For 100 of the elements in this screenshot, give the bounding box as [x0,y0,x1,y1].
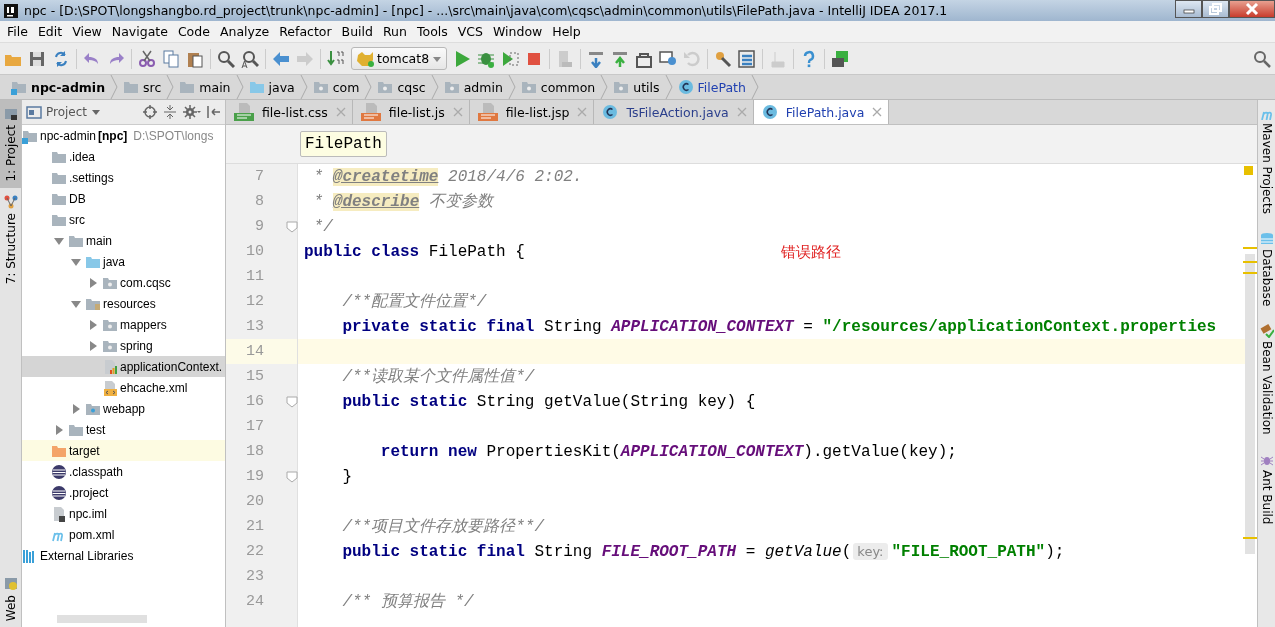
minimize-button[interactable] [1175,0,1202,18]
sync-icon[interactable] [52,49,70,68]
tree-item[interactable]: webapp [22,398,225,419]
tree-item[interactable]: .project [22,482,225,503]
tree-item[interactable]: test [22,419,225,440]
code-line: /**配置文件位置*/ [341,291,487,312]
copy-icon[interactable] [162,49,180,68]
menu-item[interactable]: VCS [452,24,488,39]
tree-item[interactable]: npc.iml [22,503,225,524]
menu-item[interactable]: Edit [32,24,68,39]
horizontal-scrollbar[interactable] [57,615,147,623]
vcs-commit-icon[interactable] [611,49,630,68]
run-configuration-dropdown[interactable]: tomcat8 [351,47,448,70]
tree-item[interactable]: npc-admin [npc] D:\SPOT\longs [22,125,225,146]
fold-marker-icon[interactable] [286,470,298,483]
breadcrumb-item[interactable]: src [118,79,167,95]
settings-icon[interactable] [183,105,201,119]
tool-window-tab[interactable]: Maven Projects [1259,106,1274,214]
tree-item[interactable]: applicationContext. [22,356,225,377]
menu-item[interactable]: Navigate [106,24,173,39]
tree-item[interactable]: java [22,251,225,272]
coverage-icon[interactable] [501,49,520,68]
tree-item[interactable]: External Libraries [22,545,225,566]
menu-item[interactable]: File [2,24,33,39]
tool-window-tab[interactable]: Database [1259,231,1274,307]
tool-window-tab[interactable]: 1: Project [0,100,21,188]
tree-item[interactable]: spring [22,335,225,356]
hide-panel-icon[interactable] [207,105,221,119]
tree-item[interactable]: .settings [22,167,225,188]
fold-marker-icon[interactable] [286,395,298,408]
plugin-icon[interactable] [831,49,850,68]
restore-button[interactable] [1202,0,1229,18]
search-everywhere-icon[interactable] [1253,49,1271,68]
search-icon[interactable] [217,49,235,68]
editor-tab[interactable]: file-list.js [352,100,470,124]
breadcrumb-item[interactable]: utils [608,79,665,95]
breadcrumb-item[interactable]: npc-admin [6,79,111,95]
editor-tab[interactable]: file-list.jsp [469,100,595,124]
class-icon [677,79,694,95]
breadcrumb-item[interactable]: admin [438,79,508,95]
tree-item[interactable]: mappers [22,314,225,335]
tree-item[interactable]: DB [22,188,225,209]
replace-icon[interactable] [241,49,259,68]
menu-item[interactable]: Build [336,24,378,39]
file-type-icon [360,103,381,121]
tool-window-tab[interactable]: Bean Validation [1259,324,1274,435]
collapse-icon[interactable] [163,105,177,119]
vcs-update-icon[interactable] [587,49,606,68]
tree-item[interactable]: main [22,230,225,251]
menu-item[interactable]: Analyze [214,24,275,39]
menu-item[interactable]: Refactor [274,24,337,39]
menu-item[interactable]: Code [172,24,215,39]
collapsed-arrow-icon[interactable] [70,402,82,415]
menu-item[interactable]: Window [488,24,548,39]
breadcrumb-item[interactable]: cqsc [372,79,431,95]
line-number: 9 [255,218,264,235]
breadcrumb-item[interactable]: java [243,79,300,95]
editor-tab[interactable]: TsFileAction.java [594,100,754,124]
editor-tab[interactable]: file-list.css [226,100,353,124]
tool-window-tab[interactable]: Web [0,569,21,627]
tree-item[interactable]: .classpath [22,461,225,482]
line-number: 17 [246,418,264,435]
line-number: 8 [255,193,264,210]
line-number: 10 [246,243,264,260]
collapsed-arrow-icon[interactable] [87,276,99,289]
history-icon[interactable] [659,49,678,68]
menu-item[interactable]: Run [378,24,412,39]
collapsed-arrow-icon[interactable] [53,423,65,436]
editor-tab[interactable]: FilePath.java [753,100,890,124]
tool-window-tab[interactable]: 7: Structure [0,187,21,290]
tree-item[interactable]: target [22,440,225,461]
tree-item[interactable]: .idea [22,146,225,167]
vertical-scrollbar[interactable] [1245,254,1255,554]
breadcrumb-item[interactable]: FilePath [672,79,751,95]
tree-item[interactable]: resources [22,293,225,314]
menu-item[interactable]: View [67,24,107,39]
tree-item[interactable]: ehcache.xml [22,377,225,398]
collapsed-arrow-icon[interactable] [87,318,99,331]
tree-item[interactable]: com.cqsc [22,272,225,293]
run-icon[interactable] [453,49,472,68]
structure-icon[interactable] [738,49,757,68]
breadcrumb-item[interactable]: com [307,79,365,95]
database-icon [1259,231,1274,246]
fold-marker-icon[interactable] [286,220,298,233]
close-button[interactable] [1229,0,1275,18]
collapsed-arrow-icon[interactable] [87,339,99,352]
restore-icon [1208,3,1223,15]
tree-item[interactable]: src [22,209,225,230]
close-icon[interactable] [872,107,883,117]
cut-icon[interactable] [138,49,156,68]
build-icon[interactable] [327,49,345,68]
wrench-icon[interactable] [714,49,733,68]
breadcrumb-item[interactable]: common [515,79,601,95]
menu-item[interactable]: Tools [411,24,453,39]
save-icon[interactable] [28,49,46,68]
breadcrumb-item[interactable]: main [174,79,236,95]
menu-item[interactable]: Help [547,24,586,39]
tool-window-tab[interactable]: Ant Build [1259,452,1274,525]
locate-icon[interactable] [143,105,157,119]
tree-item[interactable]: pom.xml [22,524,225,545]
